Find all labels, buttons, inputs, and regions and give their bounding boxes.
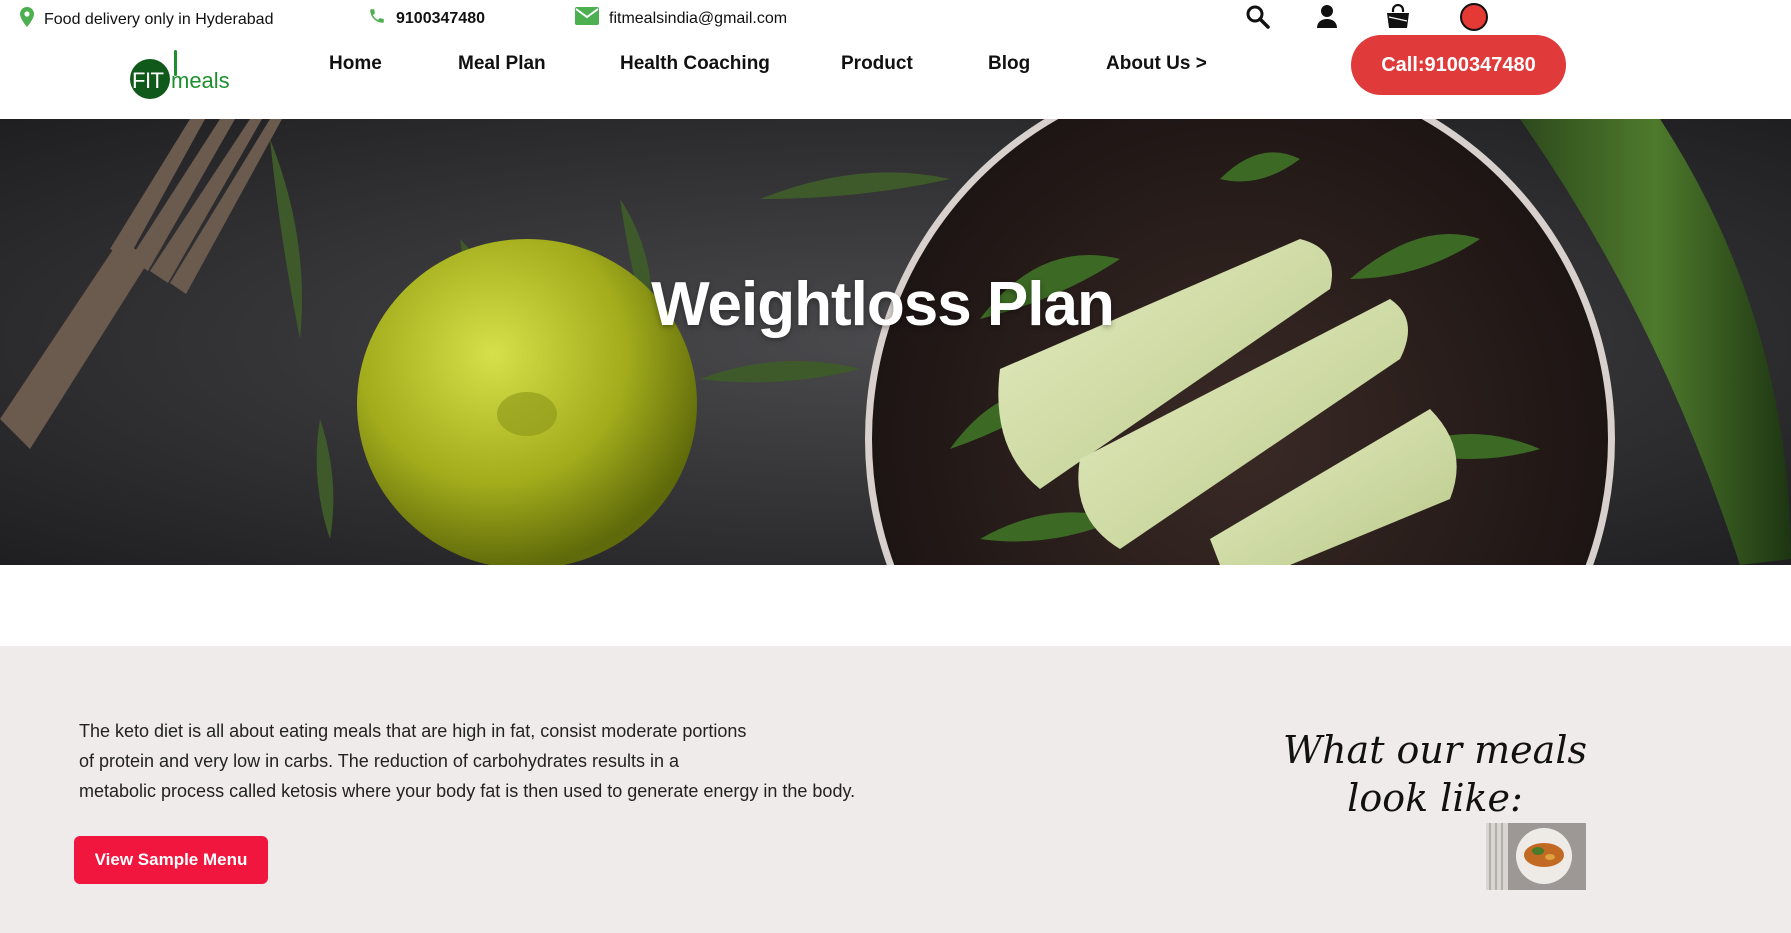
phone-info[interactable]: 9100347480: [368, 7, 485, 30]
site-logo[interactable]: FIT meals: [130, 46, 235, 101]
user-icon[interactable]: [1317, 4, 1343, 30]
plan-description: The keto diet is all about eating meals …: [79, 716, 899, 806]
shopping-bag-icon[interactable]: [1385, 3, 1411, 30]
phone-icon: [368, 7, 386, 30]
main-navigation: FIT meals Home Meal Plan Health Coaching…: [0, 35, 1791, 119]
record-dot-icon[interactable]: [1459, 2, 1488, 31]
view-sample-menu-button[interactable]: View Sample Menu: [74, 836, 268, 884]
envelope-icon: [575, 7, 599, 30]
top-info-bar: Food delivery only in Hyderabad 91003474…: [0, 0, 1791, 36]
nav-item-meal-plan[interactable]: Meal Plan: [458, 53, 546, 75]
hero-background-image: [0, 119, 1791, 565]
logo-text-fit: FIT: [132, 68, 164, 93]
nav-item-health-coaching[interactable]: Health Coaching: [620, 53, 770, 75]
hero-banner: Weightloss Plan: [0, 119, 1791, 565]
email-address[interactable]: fitmealsindia@gmail.com: [609, 10, 787, 28]
meal-thumbnail-image[interactable]: [1486, 823, 1586, 890]
call-button[interactable]: Call:9100347480: [1351, 35, 1566, 95]
hero-title: Weightloss Plan: [651, 270, 1115, 339]
nav-item-home[interactable]: Home: [329, 53, 382, 75]
plan-description-section: The keto diet is all about eating meals …: [0, 646, 1791, 933]
search-icon[interactable]: [1245, 4, 1271, 30]
description-line: metabolic process called ketosis where y…: [79, 781, 856, 801]
email-info[interactable]: fitmealsindia@gmail.com: [575, 7, 787, 30]
delivery-info: Food delivery only in Hyderabad: [20, 7, 273, 32]
delivery-text: Food delivery only in Hyderabad: [44, 10, 274, 28]
nav-item-blog[interactable]: Blog: [988, 53, 1030, 75]
meals-heading: What our meals look like:: [1283, 728, 1587, 820]
logo-text-meals: meals: [171, 68, 230, 93]
phone-number[interactable]: 9100347480: [396, 10, 485, 28]
nav-item-about-us[interactable]: About Us >: [1106, 53, 1207, 75]
description-line: The keto diet is all about eating meals …: [79, 721, 747, 741]
header-icon-group: [1245, 2, 1495, 32]
description-line: of protein and very low in carbs. The re…: [79, 751, 679, 771]
nav-item-product[interactable]: Product: [841, 53, 913, 75]
location-pin-icon: [20, 7, 34, 32]
